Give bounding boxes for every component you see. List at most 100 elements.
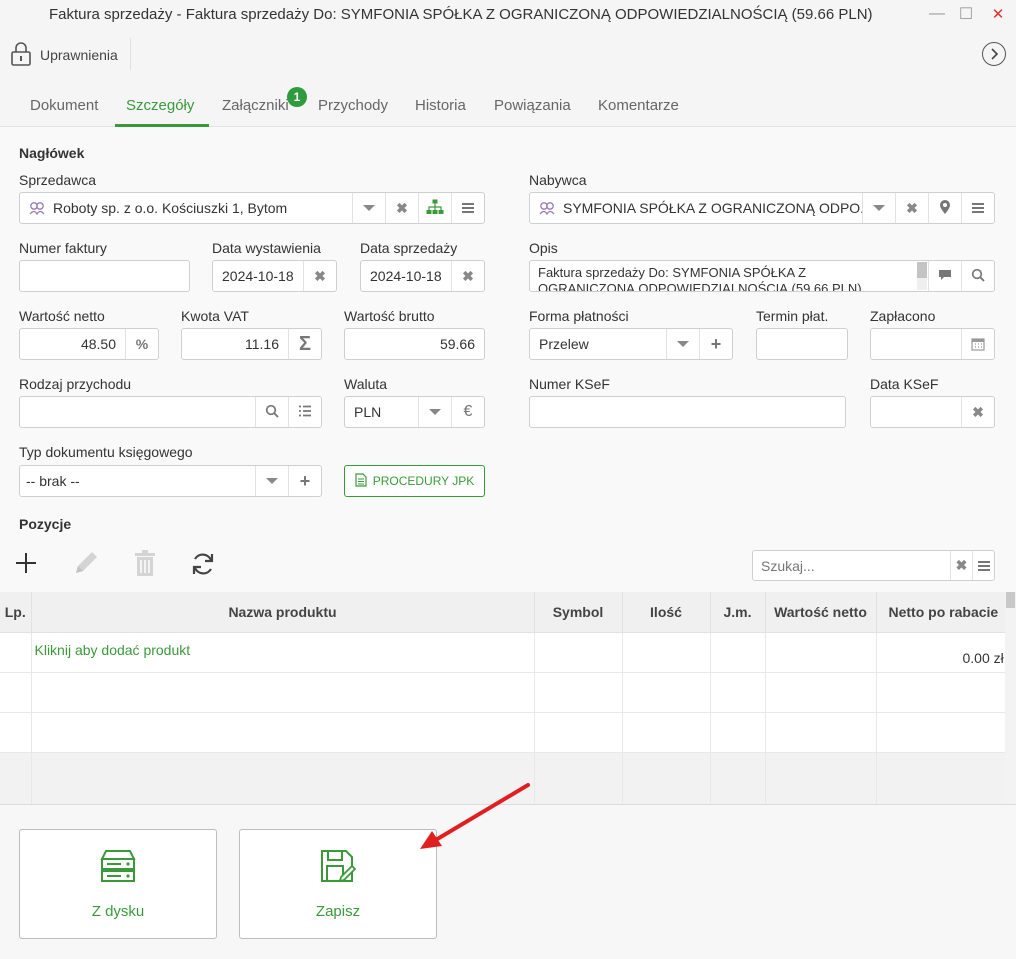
positions-grid[interactable]: Lp. Nazwa produktu Symbol Ilość J.m. War… — [0, 592, 1005, 804]
seller-dropdown-button[interactable] — [352, 193, 385, 223]
buyer-dropdown-button[interactable] — [862, 193, 895, 223]
revenue-type-list-button[interactable] — [288, 397, 321, 427]
table-header-row: Lp. Nazwa produktu Symbol Ilość J.m. War… — [0, 592, 1005, 633]
vat-input[interactable]: 11.16 Σ — [181, 328, 322, 360]
from-disk-button[interactable]: Z dysku — [19, 829, 217, 939]
currency-dropdown-button[interactable] — [418, 397, 451, 427]
column-header-product-name[interactable]: Nazwa produktu — [31, 592, 535, 633]
sale-date-value: 2024-10-18 — [370, 268, 442, 284]
maximize-button[interactable]: ☐ — [952, 2, 980, 26]
description-input[interactable]: Faktura sprzedaży Do: SYMFONIA SPÓŁKA Z … — [529, 260, 995, 292]
save-button[interactable]: Zapisz — [239, 829, 437, 939]
revenue-type-search-button[interactable] — [255, 397, 288, 427]
invoice-number-input[interactable] — [19, 260, 190, 292]
calendar-icon[interactable] — [961, 329, 994, 359]
buyer-menu-button[interactable] — [961, 193, 994, 223]
euro-icon[interactable]: € — [451, 397, 484, 427]
add-icon[interactable]: + — [288, 466, 321, 496]
ksef-number-value — [530, 397, 845, 427]
buyer-field[interactable]: SYMFONIA SPÓŁKA Z OGRANICZONĄ ODPO... ✖ — [529, 192, 995, 224]
org-chart-icon — [426, 199, 444, 218]
doc-type-dropdown-button[interactable] — [255, 466, 288, 496]
buyer-value: SYMFONIA SPÓŁKA Z OGRANICZONĄ ODPO... — [563, 200, 862, 216]
tab-historia[interactable]: Historia — [415, 97, 466, 114]
payment-term-input[interactable] — [756, 328, 848, 360]
refresh-icon[interactable] — [190, 551, 216, 580]
payment-form-dropdown-button[interactable] — [666, 329, 699, 359]
tab-przychody[interactable]: Przychody — [318, 97, 388, 114]
doc-type-select[interactable]: -- brak -- + — [19, 465, 322, 497]
sale-date-clear-button[interactable]: ✖ — [451, 261, 484, 291]
table-row[interactable]: Kliknij aby dodać produkt 0.00 zł — [0, 632, 1005, 673]
minimize-button[interactable]: — — [923, 2, 951, 26]
positions-search[interactable]: ✖ — [752, 550, 995, 581]
percent-icon[interactable]: % — [125, 329, 158, 359]
edit-position-icon[interactable] — [73, 550, 99, 579]
clear-icon: ✖ — [462, 267, 474, 284]
permissions-button[interactable]: Uprawnienia — [10, 40, 118, 70]
positions-search-menu-button[interactable] — [972, 551, 994, 580]
grid-vertical-scrollbar[interactable] — [1005, 592, 1016, 804]
positions-search-input[interactable] — [753, 551, 950, 580]
column-header-net-value[interactable]: Wartość netto — [765, 592, 877, 633]
currency-select[interactable]: PLN € — [344, 396, 485, 428]
add-position-icon[interactable] — [14, 551, 38, 578]
description-comment-button[interactable] — [928, 261, 961, 291]
tab-powiazania[interactable]: Powiązania — [494, 97, 571, 114]
delete-position-icon[interactable] — [134, 550, 156, 579]
grid-scrollbar-thumb[interactable] — [1006, 592, 1015, 608]
seller-clear-button[interactable]: ✖ — [385, 193, 418, 223]
comment-icon — [938, 268, 952, 284]
tab-dokument[interactable]: Dokument — [30, 97, 98, 114]
doc-type-label: Typ dokumentu księgowego — [19, 444, 193, 460]
revenue-type-value — [20, 397, 255, 427]
column-header-unit[interactable]: J.m. — [710, 592, 766, 633]
search-icon — [971, 268, 985, 285]
save-label: Zapisz — [315, 902, 361, 920]
tab-zalaczniki[interactable]: Załączniki — [222, 97, 289, 114]
payment-term-value — [757, 329, 847, 359]
revenue-type-input[interactable] — [19, 396, 322, 428]
buyer-clear-button[interactable]: ✖ — [895, 193, 928, 223]
column-header-lp[interactable]: Lp. — [0, 592, 32, 633]
close-button[interactable]: ✕ — [984, 2, 1012, 26]
seller-field[interactable]: Roboty sp. z o.o. Kościuszki 1, Bytom ✖ — [19, 192, 485, 224]
issue-date-input[interactable]: 2024-10-18 ✖ — [212, 260, 337, 292]
chevron-right-circle-icon[interactable] — [982, 42, 1006, 66]
ksef-number-input[interactable] — [529, 396, 846, 428]
gross-value-input[interactable]: 59.66 — [344, 328, 485, 360]
gross-value-label: Wartość brutto — [344, 308, 435, 324]
payment-form-select[interactable]: Przelew + — [529, 328, 733, 360]
buyer-location-button[interactable] — [928, 193, 961, 223]
clear-icon: ✖ — [314, 267, 326, 284]
seller-structure-button[interactable] — [418, 193, 451, 223]
paid-label: Zapłacono — [870, 308, 936, 324]
column-header-quantity[interactable]: Ilość — [622, 592, 711, 633]
table-row[interactable] — [0, 712, 1005, 753]
sum-icon[interactable]: Σ — [288, 329, 321, 359]
jpk-procedures-button[interactable]: PROCEDURY JPK — [344, 465, 485, 497]
issue-date-clear-button[interactable]: ✖ — [303, 261, 336, 291]
paid-date-input[interactable] — [870, 328, 995, 360]
seller-menu-button[interactable] — [451, 193, 484, 223]
list-icon — [298, 404, 312, 420]
add-product-link[interactable]: Kliknij aby dodać produkt — [31, 632, 535, 673]
active-tab-indicator — [115, 124, 209, 127]
ksef-date-clear-button[interactable]: ✖ — [961, 397, 994, 427]
ksef-date-input[interactable]: ✖ — [870, 396, 995, 428]
column-header-net-after-discount[interactable]: Netto po rabacie — [876, 592, 1005, 633]
positions-search-clear-button[interactable]: ✖ — [950, 551, 972, 580]
column-header-symbol[interactable]: Symbol — [534, 592, 623, 633]
chevron-down-icon — [873, 205, 885, 211]
clear-icon: ✖ — [906, 199, 918, 216]
paid-value — [871, 329, 961, 359]
tab-komentarze[interactable]: Komentarze — [598, 97, 679, 114]
table-row[interactable] — [0, 672, 1005, 713]
sale-date-input[interactable]: 2024-10-18 ✖ — [360, 260, 485, 292]
add-icon[interactable]: + — [699, 329, 732, 359]
description-search-button[interactable] — [961, 261, 994, 291]
description-scrollbar[interactable] — [917, 262, 927, 290]
tab-szczegoly[interactable]: Szczegóły — [126, 97, 194, 114]
lock-icon — [10, 41, 32, 70]
net-value-input[interactable]: 48.50 % — [19, 328, 159, 360]
